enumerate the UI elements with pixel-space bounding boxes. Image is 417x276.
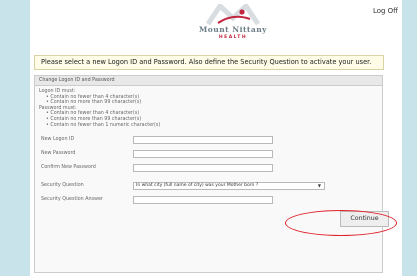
log-off-link[interactable]: Log Off — [373, 7, 398, 15]
security-question-label: Security Question — [41, 183, 84, 188]
chevron-down-icon: ▼ — [317, 183, 321, 188]
mount-nittany-logo: Mount Nittany HEALTH — [178, 2, 288, 44]
continue-button[interactable]: Continue — [340, 211, 389, 227]
security-answer-label: Security Question Answer — [41, 197, 103, 202]
instruction-banner: Please select a new Logon ID and Passwor… — [34, 55, 384, 70]
panel-title: Change Logon ID and Password — [35, 76, 382, 86]
requirements-list: Logon ID must: • Contain no fewer than 4… — [39, 89, 382, 128]
confirm-password-label: Confirm New Password — [41, 165, 96, 170]
main-page: Mount Nittany HEALTH Log Off Please sele… — [30, 0, 402, 276]
logo-subtext: HEALTH — [218, 35, 248, 40]
new-logon-label: New Logon ID — [41, 137, 75, 142]
security-question-value: In what city (full name of city) was you… — [136, 183, 259, 188]
logo-text: Mount Nittany — [198, 25, 268, 34]
password-rule-numeric: • Contain no fewer than 1 numeric charac… — [46, 122, 161, 128]
new-logon-input[interactable] — [133, 136, 273, 144]
confirm-password-input[interactable] — [133, 164, 273, 172]
change-logon-panel: Change Logon ID and Password Logon ID mu… — [34, 75, 383, 273]
new-password-input[interactable] — [133, 150, 273, 158]
logo-mark-icon — [205, 2, 261, 26]
security-answer-input[interactable] — [133, 196, 273, 204]
security-question-select[interactable]: In what city (full name of city) was you… — [133, 182, 325, 190]
new-password-label: New Password — [41, 151, 76, 156]
